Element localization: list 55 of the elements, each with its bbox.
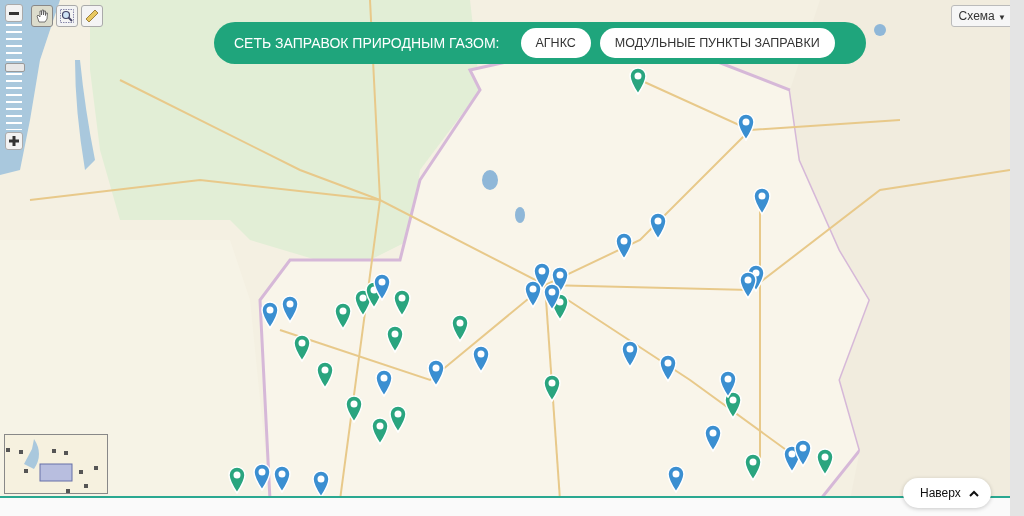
zoom-tool-button[interactable] xyxy=(56,5,78,27)
map-pin-icon[interactable] xyxy=(649,212,667,240)
map-pin-icon[interactable] xyxy=(334,302,352,330)
map-pin-icon[interactable] xyxy=(739,271,757,299)
filter-button[interactable]: МОДУЛЬНЫЕ ПУНКТЫ ЗАПРАВКИ xyxy=(599,28,835,58)
map-pin-icon[interactable] xyxy=(543,283,561,311)
map-pin-icon[interactable] xyxy=(794,439,812,467)
map-pin-icon[interactable] xyxy=(615,232,633,260)
map-pin-icon[interactable] xyxy=(659,354,677,382)
lake xyxy=(874,24,886,36)
zoom-out-button[interactable] xyxy=(5,4,23,22)
map-pin-icon[interactable] xyxy=(375,369,393,397)
map-pin-icon[interactable] xyxy=(629,67,647,95)
map-pin-icon[interactable] xyxy=(386,325,404,353)
minus-icon xyxy=(9,11,19,15)
map-pin-icon[interactable] xyxy=(316,361,334,389)
map-pin-icon[interactable] xyxy=(737,113,755,141)
chevron-up-icon xyxy=(968,489,979,497)
map-pin-icon[interactable] xyxy=(253,463,271,491)
ruler-icon xyxy=(85,9,99,23)
map-pin-icon[interactable] xyxy=(667,465,685,493)
lake xyxy=(515,207,525,223)
map-pin-icon[interactable] xyxy=(753,187,771,215)
map-pin-icon[interactable] xyxy=(816,448,834,476)
hand-icon xyxy=(35,9,49,23)
ruler-tool-button[interactable] xyxy=(81,5,103,27)
map-pin-icon[interactable] xyxy=(389,405,407,433)
magnifier-icon xyxy=(60,9,74,23)
map-pin-icon[interactable] xyxy=(472,345,490,373)
map-pin-icon[interactable] xyxy=(345,395,363,423)
map-pin-icon[interactable] xyxy=(621,340,639,368)
lake xyxy=(482,170,498,190)
map-pin-icon[interactable] xyxy=(427,359,445,387)
map-pin-icon[interactable] xyxy=(744,453,762,481)
map-pin-icon[interactable] xyxy=(524,280,542,308)
map-pin-icon[interactable] xyxy=(293,334,311,362)
map-type-dropdown[interactable]: Схема ▼ xyxy=(950,5,1010,27)
zoom-in-button[interactable] xyxy=(5,132,23,150)
map-pin-icon[interactable] xyxy=(704,424,722,452)
map-pin-icon[interactable] xyxy=(393,289,411,317)
map-pin-icon[interactable] xyxy=(371,417,389,445)
map-pin-icon[interactable] xyxy=(451,314,469,342)
filter-title: СЕТЬ ЗАПРАВОК ПРИРОДНЫМ ГАЗОМ: xyxy=(234,35,500,51)
map-pin-icon[interactable] xyxy=(281,295,299,323)
map-pin-icon[interactable] xyxy=(273,465,291,493)
plus-icon xyxy=(9,136,19,146)
filter-button[interactable]: АГНКС xyxy=(520,28,591,58)
map-pin-icon[interactable] xyxy=(228,466,246,494)
map-pin-icon[interactable] xyxy=(543,374,561,402)
hand-tool-button[interactable] xyxy=(31,5,53,27)
map-pin-icon[interactable] xyxy=(719,370,737,398)
map-pin-icon[interactable] xyxy=(373,273,391,301)
scroll-to-top-button[interactable]: Наверх xyxy=(903,478,991,508)
slider-thumb[interactable] xyxy=(5,62,25,72)
map-pin-icon[interactable] xyxy=(261,301,279,329)
